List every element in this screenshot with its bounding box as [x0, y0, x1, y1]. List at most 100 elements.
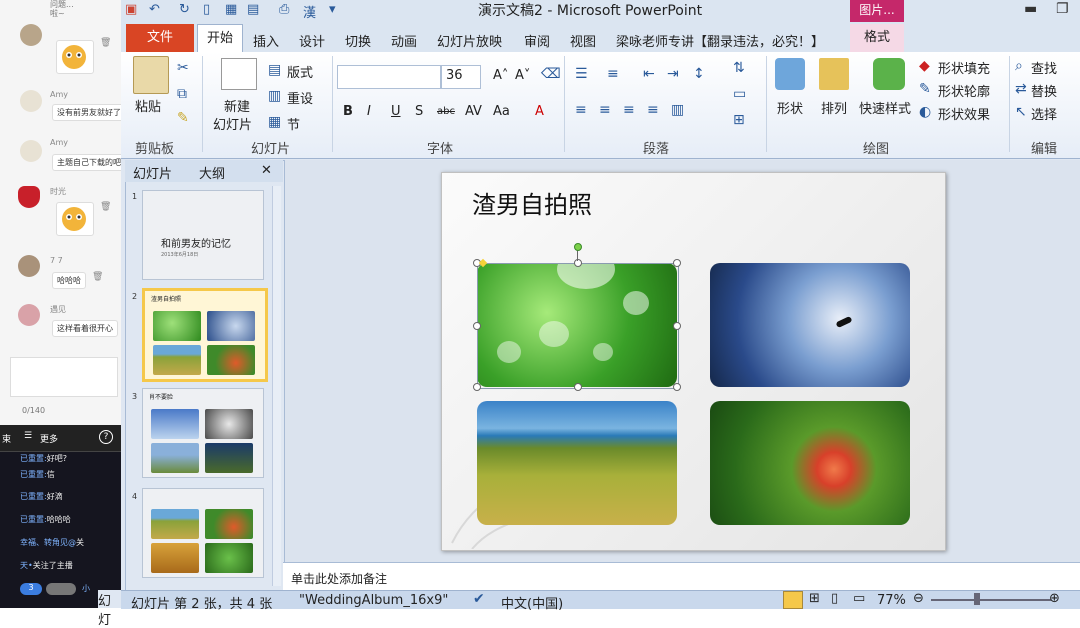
- copy-icon[interactable]: ⧉: [177, 86, 187, 102]
- avatar[interactable]: [18, 304, 40, 326]
- align-text-icon[interactable]: ▭: [733, 86, 746, 102]
- justify-icon[interactable]: ≡: [647, 102, 659, 118]
- find-button[interactable]: 查找: [1031, 58, 1057, 77]
- tab-slideshow[interactable]: 幻灯片放映: [437, 31, 502, 50]
- delete-icon[interactable]: 🗑: [100, 38, 111, 48]
- minimize-icon[interactable]: ▬: [1024, 1, 1037, 17]
- current-slide[interactable]: 渣男自拍照: [441, 172, 946, 551]
- avatar[interactable]: [20, 140, 42, 162]
- pen-icon[interactable]: 漢: [303, 2, 316, 21]
- find-icon[interactable]: ⌕: [1015, 58, 1023, 74]
- slide-thumbnail-3[interactable]: 肖不要脸: [142, 388, 264, 478]
- select-icon[interactable]: ↖: [1015, 104, 1027, 120]
- shape-outline-icon[interactable]: ✎: [919, 81, 931, 97]
- tab-view[interactable]: 视图: [570, 31, 596, 50]
- help-icon[interactable]: ?: [99, 430, 113, 444]
- avatar[interactable]: [20, 90, 42, 112]
- normal-view-icon[interactable]: [783, 591, 803, 609]
- align-center-icon[interactable]: ≡: [599, 102, 611, 118]
- maximize-icon[interactable]: ❐: [1056, 1, 1069, 17]
- tab-slides[interactable]: 幻灯片: [133, 163, 172, 182]
- resize-handle[interactable]: [473, 322, 481, 330]
- align-left-icon[interactable]: ≡: [575, 102, 587, 118]
- app-icon[interactable]: ▣: [125, 2, 137, 17]
- zoom-level[interactable]: 77%: [877, 593, 906, 608]
- cut-icon[interactable]: ✂: [177, 60, 189, 76]
- slide-thumbnail-2[interactable]: 渣男自拍照: [142, 288, 268, 382]
- italic-icon[interactable]: I: [367, 104, 371, 119]
- text-direction-icon[interactable]: ⇅: [733, 60, 745, 76]
- font-name-select[interactable]: [337, 65, 441, 89]
- tab-insert[interactable]: 插入: [253, 31, 279, 50]
- replace-button[interactable]: 替换: [1031, 81, 1057, 100]
- save-icon[interactable]: ▦: [225, 2, 237, 17]
- shape-fill-button[interactable]: 形状填充: [938, 58, 990, 77]
- photo-grassland[interactable]: [477, 401, 677, 525]
- slide-thumbnail-1[interactable]: 和前男友的记忆 2013年6月18日: [142, 190, 264, 280]
- new-slide-icon[interactable]: [221, 58, 257, 90]
- font-size-select[interactable]: 36: [441, 65, 481, 89]
- shrink-font-icon[interactable]: A˅: [515, 68, 530, 83]
- new-slide-line1[interactable]: 新建: [224, 96, 250, 115]
- format-painter-icon[interactable]: ✎: [177, 110, 189, 126]
- avatar[interactable]: [18, 255, 40, 277]
- table-icon[interactable]: ▤: [247, 2, 259, 17]
- bullets-icon[interactable]: ☰: [575, 66, 588, 82]
- zoom-out-icon[interactable]: ⊖: [913, 591, 924, 606]
- language[interactable]: 中文(中国): [501, 593, 563, 612]
- slide-sorter-icon[interactable]: ⊞: [809, 591, 820, 606]
- qat-dropdown-icon[interactable]: ▾: [329, 2, 336, 17]
- tab-format[interactable]: 格式: [850, 24, 904, 52]
- end-label[interactable]: 束: [2, 432, 11, 445]
- numbering-icon[interactable]: ≡: [607, 66, 619, 82]
- section-button[interactable]: 节: [287, 114, 300, 133]
- reset-button[interactable]: 重设: [287, 88, 313, 107]
- zoom-in-icon[interactable]: ⊕: [1049, 591, 1060, 606]
- new-icon[interactable]: ▯: [203, 2, 210, 17]
- shape-fill-icon[interactable]: ◆: [919, 58, 930, 74]
- tab-design[interactable]: 设计: [299, 31, 325, 50]
- slide-thumbnail-4[interactable]: [142, 488, 264, 578]
- zoom-slider-track[interactable]: [931, 599, 1051, 601]
- reset-icon[interactable]: ▥: [268, 88, 281, 104]
- align-right-icon[interactable]: ≡: [623, 102, 635, 118]
- avatar[interactable]: [20, 24, 42, 46]
- arrange-button[interactable]: 排列: [821, 98, 847, 117]
- photo-surfer[interactable]: [710, 263, 910, 387]
- strikethrough-icon[interactable]: abc: [437, 106, 455, 117]
- pane-scrollbar[interactable]: [272, 186, 281, 586]
- font-color-icon[interactable]: A: [535, 104, 544, 119]
- theme-name[interactable]: "WeddingAlbum_16x9": [299, 593, 448, 608]
- tab-transitions[interactable]: 切换: [345, 31, 371, 50]
- resize-handle[interactable]: [574, 259, 582, 267]
- picture-tools-tab[interactable]: 图片...: [850, 0, 904, 22]
- close-pane-icon[interactable]: ✕: [261, 163, 272, 178]
- quick-styles-icon[interactable]: [873, 58, 905, 90]
- resize-handle[interactable]: [673, 259, 681, 267]
- tab-outline[interactable]: 大纲: [199, 163, 225, 182]
- paste-icon[interactable]: [133, 56, 169, 94]
- change-case-icon[interactable]: Aa: [493, 104, 510, 119]
- notes-pane[interactable]: 单击此处添加备注: [283, 562, 1080, 591]
- shapes-button[interactable]: 形状: [777, 98, 803, 117]
- rotate-handle[interactable]: [574, 243, 582, 251]
- quick-styles-button[interactable]: 快速样式: [859, 98, 911, 117]
- avatar[interactable]: [18, 186, 40, 208]
- bold-icon[interactable]: B: [343, 104, 353, 119]
- section-icon[interactable]: ▦: [268, 114, 281, 130]
- resize-handle[interactable]: [673, 322, 681, 330]
- shape-outline-button[interactable]: 形状轮廓: [938, 81, 990, 100]
- more-button[interactable]: 更多: [40, 432, 58, 445]
- tab-animations[interactable]: 动画: [391, 31, 417, 50]
- shape-effects-icon[interactable]: ◐: [919, 104, 931, 120]
- line-spacing-icon[interactable]: ↕: [693, 66, 705, 82]
- chat-input[interactable]: [10, 357, 118, 397]
- photo-red-flowers[interactable]: [710, 401, 910, 525]
- tab-review[interactable]: 审阅: [524, 31, 550, 50]
- preview-icon[interactable]: ⎙: [279, 2, 289, 17]
- tab-home[interactable]: 开始: [197, 24, 243, 53]
- underline-icon[interactable]: U: [391, 104, 401, 119]
- grow-font-icon[interactable]: A˄: [493, 68, 508, 83]
- spellcheck-icon[interactable]: ✔: [473, 591, 485, 607]
- decrease-indent-icon[interactable]: ⇤: [643, 66, 655, 82]
